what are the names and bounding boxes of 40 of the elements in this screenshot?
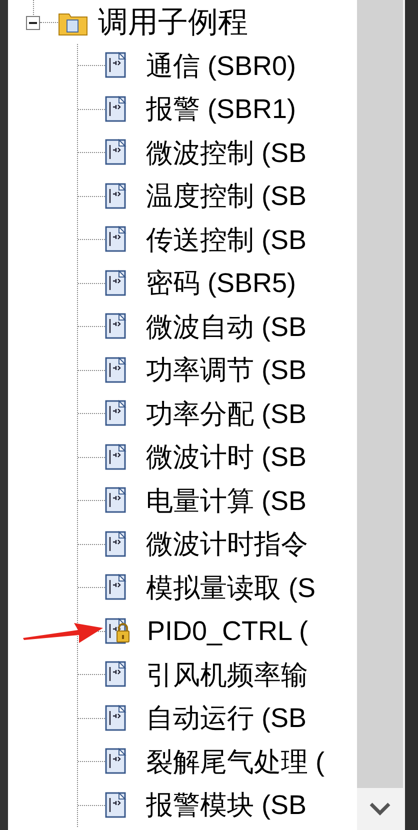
tree-item[interactable]: 微波控制 (SB	[146, 134, 307, 171]
program-icon	[105, 704, 129, 732]
program-icon	[105, 139, 129, 166]
tree-item[interactable]: 微波自动 (SB	[146, 308, 307, 345]
tree-item[interactable]: 功率调节 (SB	[146, 352, 307, 388]
program-icon	[105, 661, 129, 688]
program-icon	[105, 530, 129, 558]
collapse-toggle[interactable]	[26, 16, 40, 30]
program-icon	[105, 226, 129, 254]
tree-item[interactable]: 报警 (SBR1)	[146, 91, 296, 128]
tree-item[interactable]: 功率分配 (SB	[146, 396, 307, 432]
tree-item[interactable]: 温度控制 (SB	[146, 178, 307, 214]
tree-item[interactable]: 微波计时 (SB	[146, 439, 307, 476]
tree-item[interactable]: 模拟量读取 (S	[146, 570, 316, 606]
tree-item[interactable]: 传送控制 (SB	[146, 222, 307, 258]
program-icon	[105, 444, 129, 471]
tree-item[interactable]: 报警模块 (SB	[146, 787, 307, 824]
program-icon	[105, 574, 129, 602]
tree-item[interactable]: 调用子例程	[98, 2, 248, 43]
tree-item[interactable]: 电量计算 (SB	[146, 482, 307, 519]
program-icon	[105, 52, 129, 80]
tree-item[interactable]: 密码 (SBR5)	[146, 265, 296, 302]
program-icon	[105, 182, 129, 210]
tree-item[interactable]: 裂解尾气处理 (	[146, 744, 324, 780]
program-icon	[105, 313, 129, 340]
program-icon	[105, 487, 129, 514]
tree-item[interactable]: 微波计时指令	[146, 526, 308, 562]
chevron-down-icon	[369, 802, 391, 816]
program-icon	[105, 748, 129, 776]
tree-item[interactable]: 通信 (SBR0)	[146, 48, 296, 84]
tree-item[interactable]: 引风机频率输	[146, 656, 308, 693]
locked-program-icon	[105, 618, 130, 645]
tree-item[interactable]: PID0_CTRL (	[147, 616, 308, 647]
program-icon	[105, 356, 129, 384]
program-icon	[105, 792, 129, 819]
program-icon	[105, 400, 129, 428]
program-icon	[105, 270, 129, 297]
scrollbar-thumb[interactable]	[357, 0, 403, 788]
tree-item[interactable]: 自动运行 (SB	[146, 700, 307, 736]
program-icon	[105, 96, 129, 123]
